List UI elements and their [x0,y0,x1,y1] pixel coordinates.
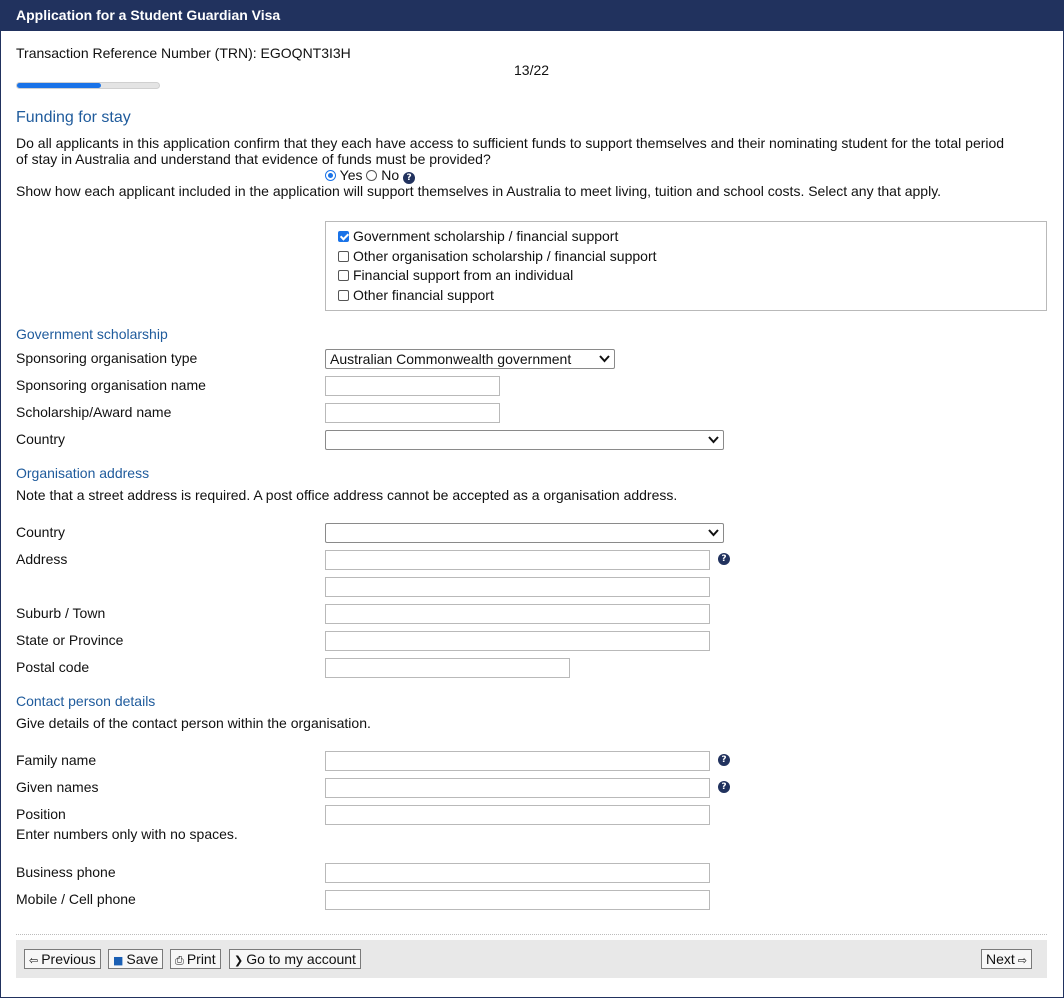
yes-radio[interactable]: Yes [325,167,362,183]
support-option-government[interactable]: Government scholarship / financial suppo… [338,228,618,244]
progress-bar [16,82,160,89]
numbers-only-note: Enter numbers only with no spaces. [16,826,238,842]
business-phone-input[interactable] [325,863,710,883]
no-radio[interactable]: No [366,167,399,183]
progress-fill [17,83,101,88]
contact-note: Give details of the contact person withi… [16,715,371,731]
address-line1-input[interactable] [325,550,710,570]
funding-heading: Funding for stay [16,109,131,126]
suburb-label: Suburb / Town [16,605,106,621]
funding-radio-group: Yes No ? [325,167,416,184]
org-name-label: Sponsoring organisation name [16,377,206,393]
checkbox-organisation[interactable] [338,251,349,262]
trn-text: Transaction Reference Number (TRN): EGOQ… [16,45,351,61]
print-label: Print [186,951,216,967]
save-icon: ■ [113,954,124,967]
checkbox-individual[interactable] [338,270,349,281]
option-label[interactable]: Other organisation scholarship / financi… [353,248,657,264]
org-type-value: Australian Commonwealth government [330,351,572,367]
chevron-down-icon [599,350,610,363]
family-name-label: Family name [16,752,97,768]
chevron-down-icon [708,431,719,444]
chevron-down-icon [708,524,719,537]
checkbox-government[interactable] [338,231,349,242]
support-options-box: Government scholarship / financial suppo… [325,221,1047,311]
save-label: Save [126,951,159,967]
support-option-organisation[interactable]: Other organisation scholarship / financi… [338,248,657,264]
no-radio-button[interactable] [366,170,378,181]
position-label: Position [16,806,66,822]
contact-heading: Contact person details [16,693,156,709]
award-name-label: Scholarship/Award name [16,404,172,420]
account-button[interactable]: ❯ Go to my account [229,949,361,969]
support-option-individual[interactable]: Financial support from an individual [338,267,573,283]
suburb-input[interactable] [325,604,710,624]
funding-question-line2: of stay in Australia and understand that… [16,151,491,167]
yes-radio-label[interactable]: Yes [340,167,363,183]
help-icon[interactable]: ? [718,754,730,766]
help-icon[interactable]: ? [718,781,730,793]
award-name-input[interactable] [325,403,500,423]
state-label: State or Province [16,632,124,648]
mobile-phone-label: Mobile / Cell phone [16,891,136,907]
option-label[interactable]: Other financial support [353,287,494,303]
org-type-label: Sponsoring organisation type [16,350,198,366]
org-address-note: Note that a street address is required. … [16,487,678,503]
funding-question: Do all applicants in this application co… [16,135,1005,151]
org-name-input[interactable] [325,376,500,396]
support-instructions: Show how each applicant included in the … [16,183,942,199]
gov-country-label: Country [16,431,66,447]
gov-country-select[interactable] [325,430,724,450]
help-icon[interactable]: ? [718,553,730,565]
given-names-label: Given names [16,779,99,795]
state-input[interactable] [325,631,710,651]
window-title: Application for a Student Guardian Visa [0,0,1064,31]
page-counter: 13/22 [514,62,550,78]
address-country-label: Country [16,524,66,540]
position-input[interactable] [325,805,710,825]
print-icon: ⎙ [175,954,184,967]
previous-label: Previous [41,951,96,967]
address-line2-input[interactable] [325,577,710,597]
business-phone-label: Business phone [16,864,116,880]
family-name-input[interactable] [325,751,710,771]
print-button[interactable]: ⎙ Print [170,949,221,969]
footer-bar: ⇦ Previous ■ Save ⎙ Print ❯ Go to my account… [16,940,1047,978]
yes-radio-button[interactable] [325,170,336,181]
save-button[interactable]: ■ Save [108,949,164,969]
account-label: Go to my account [246,951,356,967]
gov-heading: Government scholarship [16,326,168,342]
address-country-select[interactable] [325,523,724,543]
no-radio-label[interactable]: No [381,167,399,183]
org-address-heading: Organisation address [16,465,150,481]
option-label[interactable]: Government scholarship / financial suppo… [353,228,618,244]
support-option-other[interactable]: Other financial support [338,287,494,303]
divider [16,934,1047,935]
given-names-input[interactable] [325,778,710,798]
next-label: Next [986,951,1015,967]
arrow-left-icon: ⇦ [29,954,39,967]
arrow-right-icon: ⇨ [1017,954,1028,967]
chevron-right-icon: ❯ [234,954,244,967]
mobile-phone-input[interactable] [325,890,710,910]
address-label: Address [16,551,68,567]
option-label[interactable]: Financial support from an individual [353,267,573,283]
previous-button[interactable]: ⇦ Previous [24,949,101,969]
postal-code-label: Postal code [16,659,90,675]
postal-code-input[interactable] [325,658,570,678]
org-type-select[interactable]: Australian Commonwealth government [325,349,615,369]
next-button[interactable]: Next ⇨ [981,949,1033,969]
checkbox-other[interactable] [338,290,349,301]
